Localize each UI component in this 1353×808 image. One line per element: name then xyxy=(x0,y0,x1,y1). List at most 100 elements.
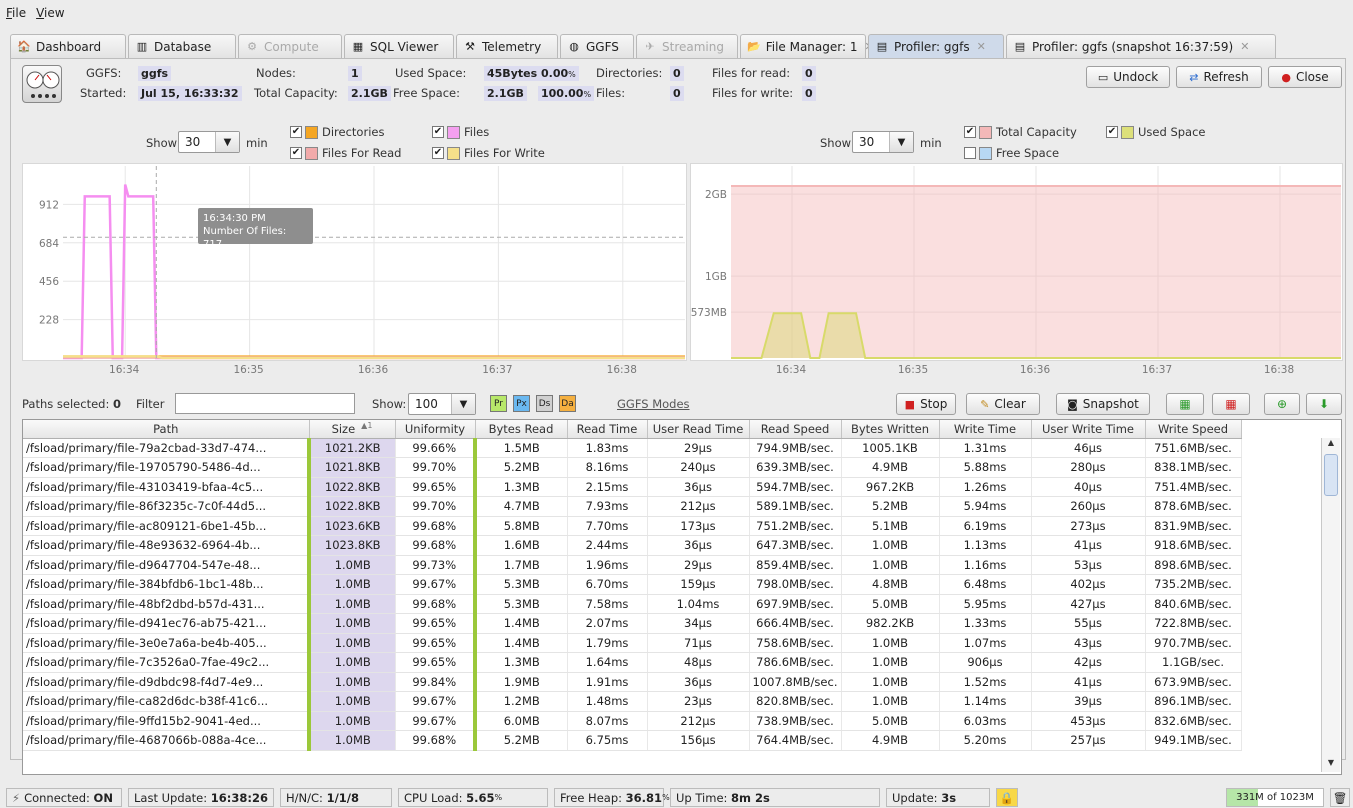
trash-icon[interactable]: 🗑 xyxy=(1330,788,1350,807)
lock-icon[interactable]: 🔒 xyxy=(996,788,1018,807)
column-header-read-time[interactable]: Read Time xyxy=(567,420,648,439)
scroll-thumb[interactable] xyxy=(1324,454,1338,496)
table-row[interactable]: /fsload/primary/file-ca82d6dc-b38f-41c6.… xyxy=(23,691,1242,712)
checkbox[interactable] xyxy=(964,147,976,159)
cell-bytes-read: 1.5MB xyxy=(475,438,568,458)
column-header-bytes-written[interactable]: Bytes Written xyxy=(841,420,940,439)
refresh-icon: ⇄ xyxy=(1189,70,1199,84)
tab-dashboard[interactable]: 🏠 Dashboard xyxy=(10,34,126,58)
table-row[interactable]: /fsload/primary/file-3e0e7a6a-be4b-405..… xyxy=(23,633,1242,653)
close-tab-icon[interactable]: ✕ xyxy=(977,40,986,53)
clear-button[interactable]: ✎ Clear xyxy=(966,393,1040,415)
table-row[interactable]: /fsload/primary/file-384bfdb6-1bc1-48b..… xyxy=(23,574,1242,595)
paths-table-container: Path Size ▲1 Uniformity Bytes Read Read Time U… xyxy=(22,419,1342,775)
globe-icon: ◍ xyxy=(569,40,579,53)
column-header-write-speed[interactable]: Write Speed xyxy=(1145,420,1242,439)
mode-toggle-px[interactable]: Px xyxy=(513,395,530,412)
tab-database[interactable]: ▥ Database xyxy=(128,34,236,58)
table-row[interactable]: /fsload/primary/file-19705790-5486-4d...… xyxy=(23,457,1242,478)
close-tab-icon[interactable]: ✕ xyxy=(1240,40,1249,53)
space-chart-x-axis: 16:34 16:35 16:36 16:37 16:38 xyxy=(690,362,1343,382)
table-row[interactable]: /fsload/primary/file-48e93632-6964-4b...… xyxy=(23,535,1242,556)
refresh-button[interactable]: ⇄ Refresh xyxy=(1176,66,1262,88)
chevron-down-icon: ▼ xyxy=(451,394,475,414)
table-row[interactable]: /fsload/primary/file-7c3526a0-7fae-49c2.… xyxy=(23,652,1242,673)
mode-toggle-da[interactable]: Da xyxy=(559,395,576,412)
add-button[interactable]: ⊕ xyxy=(1264,393,1300,415)
cell-write-time: 5.95ms xyxy=(939,594,1032,614)
tab-telemetry[interactable]: ⚒ Telemetry xyxy=(456,34,558,58)
checkbox[interactable]: ✔ xyxy=(964,126,976,138)
snapshot-button[interactable]: ◙ Snapshot xyxy=(1056,393,1150,415)
table-row[interactable]: /fsload/primary/file-79a2cbad-33d7-474..… xyxy=(23,438,1242,458)
column-header-write-time[interactable]: Write Time xyxy=(939,420,1032,439)
menu-file[interactable]: File xyxy=(6,6,26,20)
left-interval-select[interactable]: 30 ▼ xyxy=(178,131,240,153)
cell-user-write-time: 39μs xyxy=(1031,691,1146,712)
scroll-down-icon[interactable]: ▼ xyxy=(1322,758,1340,772)
column-header-path[interactable]: Path xyxy=(23,420,310,439)
column-header-user-write-time[interactable]: User Write Time xyxy=(1031,420,1146,439)
cell-user-read-time: 212μs xyxy=(647,496,750,517)
ggfs-value: ggfs xyxy=(138,66,172,81)
tab-file-manager-1[interactable]: 📂File Manager: 1✕ xyxy=(740,34,874,58)
left-legend-directories[interactable]: ✔ Directories xyxy=(290,125,384,139)
cell-read-time: 1.48ms xyxy=(567,691,648,712)
scroll-up-icon[interactable]: ▲ xyxy=(1322,438,1340,452)
cell-user-read-time: 1.04ms xyxy=(647,594,750,614)
right-legend-used-space[interactable]: ✔ Used Space xyxy=(1106,125,1205,139)
export-button[interactable]: ▦ xyxy=(1212,393,1250,415)
checkbox[interactable]: ✔ xyxy=(1106,126,1118,138)
column-header-uniformity[interactable]: Uniformity xyxy=(395,420,476,439)
close-button[interactable]: ● Close xyxy=(1268,66,1342,88)
checkbox[interactable]: ✔ xyxy=(432,126,444,138)
table-row[interactable]: /fsload/primary/file-48bf2dbd-b57d-431..… xyxy=(23,594,1242,614)
tab-profiler-ggfs[interactable]: ▤ Profiler: ggfs ✕ xyxy=(868,34,1004,58)
import-button[interactable]: ▦ xyxy=(1166,393,1204,415)
checkbox[interactable]: ✔ xyxy=(290,126,302,138)
right-interval-select[interactable]: 30 ▼ xyxy=(852,131,914,153)
cell-uniformity: 99.70% xyxy=(395,457,477,478)
cell-user-write-time: 41μs xyxy=(1031,672,1146,692)
table-row[interactable]: /fsload/primary/file-d9647704-547e-48...… xyxy=(23,555,1242,575)
column-header-read-speed[interactable]: Read Speed xyxy=(749,420,842,439)
column-header-size[interactable]: Size ▲1 xyxy=(309,420,396,439)
mode-toggle-ds[interactable]: Ds xyxy=(536,395,553,412)
table-row[interactable]: /fsload/primary/file-4687066b-088a-4ce..… xyxy=(23,730,1242,751)
ggfs-modes-link[interactable]: GGFS Modes xyxy=(617,397,690,411)
table-row[interactable]: /fsload/primary/file-86f3235c-7c0f-44d5.… xyxy=(23,496,1242,517)
table-row[interactable]: /fsload/primary/file-ac809121-6be1-45b..… xyxy=(23,516,1242,536)
menu-view[interactable]: View xyxy=(36,6,64,20)
right-legend-total-capacity[interactable]: ✔ Total Capacity xyxy=(964,125,1077,139)
table-scrollbar[interactable]: ▲ ▼ xyxy=(1321,438,1340,772)
left-legend-files-for-write[interactable]: ✔ Files For Write xyxy=(432,146,545,160)
cell-write-time: 1.07ms xyxy=(939,633,1032,653)
checkbox[interactable]: ✔ xyxy=(290,147,302,159)
checkbox[interactable]: ✔ xyxy=(432,147,444,159)
right-show-label: Show xyxy=(820,136,852,150)
table-row[interactable]: /fsload/primary/file-d941ec76-ab75-421..… xyxy=(23,613,1242,634)
cell-size: 1.0MB xyxy=(307,711,396,731)
legend-label: Free Space xyxy=(996,146,1060,160)
show-count-select[interactable]: 100 ▼ xyxy=(408,393,476,415)
stop-button[interactable]: ■ Stop xyxy=(896,393,956,415)
mode-toggle-pr[interactable]: Pr xyxy=(490,395,507,412)
save-button[interactable]: ⬇ xyxy=(1306,393,1342,415)
left-legend-files-for-read[interactable]: ✔ Files For Read xyxy=(290,146,401,160)
right-legend-free-space[interactable]: Free Space xyxy=(964,146,1059,160)
undock-button[interactable]: ▭ Undock xyxy=(1086,66,1170,88)
column-header-user-read-time[interactable]: User Read Time xyxy=(647,420,750,439)
left-legend-files[interactable]: ✔ Files xyxy=(432,125,489,139)
update-interval-status[interactable]: Update: 3s xyxy=(886,788,990,807)
tab-sql-viewer[interactable]: ▦ SQL Viewer xyxy=(344,34,454,58)
tab-bar: 🏠 Dashboard ▥ Database ⚙ Compute ▦ SQL Viewer ⚒ T… xyxy=(10,34,1278,58)
column-header-bytes-read[interactable]: Bytes Read xyxy=(475,420,568,439)
filter-input[interactable] xyxy=(175,393,355,414)
tab-compute[interactable]: ⚙ Compute xyxy=(238,34,342,58)
table-row[interactable]: /fsload/primary/file-d9dbdc98-f4d7-4e9..… xyxy=(23,672,1242,692)
table-row[interactable]: /fsload/primary/file-9ffd15b2-9041-4ed..… xyxy=(23,711,1242,731)
tab-streaming[interactable]: ✈ Streaming xyxy=(636,34,738,58)
tab-ggfs[interactable]: ◍ GGFS xyxy=(560,34,634,58)
table-row[interactable]: /fsload/primary/file-43103419-bfaa-4c5..… xyxy=(23,477,1242,497)
tab-profiler-ggfs-snapshot-16-37-59[interactable]: ▤ Profiler: ggfs (snapshot 16:37:59) ✕ xyxy=(1006,34,1276,58)
